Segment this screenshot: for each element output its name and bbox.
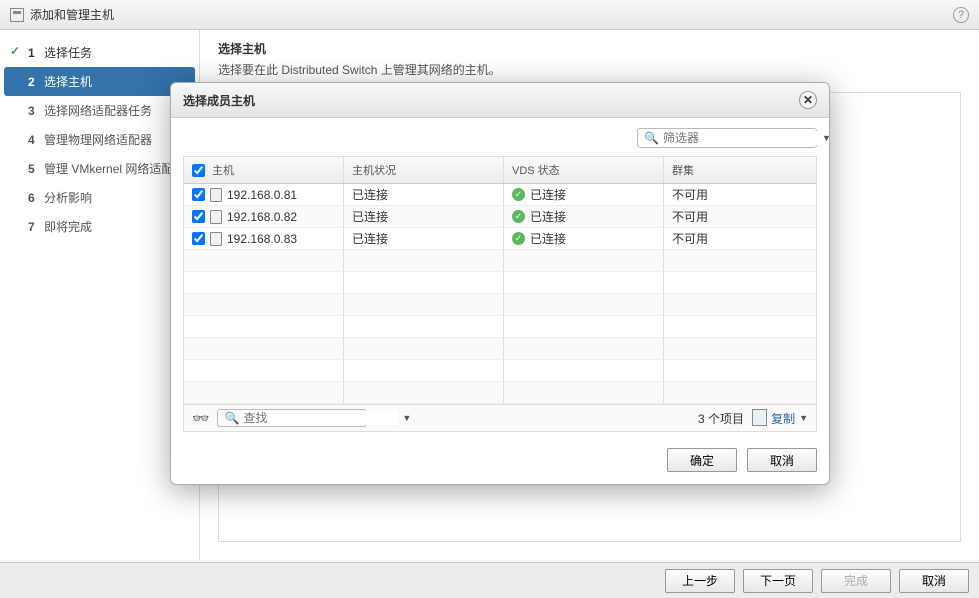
copy-label: 复制 <box>771 410 795 427</box>
chevron-down-icon[interactable]: ▼ <box>822 133 831 143</box>
binoculars-icon[interactable]: 👓 <box>192 410 209 427</box>
filter-row: 🔍 ▼ <box>183 128 817 148</box>
row-checkbox[interactable] <box>192 188 205 201</box>
table-row-empty <box>184 250 816 272</box>
host-icon <box>210 232 222 246</box>
table-row-empty <box>184 294 816 316</box>
table-footer: 👓 🔍 ▼ 3 个项目 复制 ▼ <box>183 405 817 432</box>
ok-button[interactable]: 确定 <box>667 448 737 472</box>
host-icon <box>210 210 222 224</box>
col-vds-header[interactable]: VDS 状态 <box>504 157 664 183</box>
table-row-empty <box>184 382 816 404</box>
table-body: 192.168.0.81 已连接 ✓ 已连接 不可用 192.168.0.82 已… <box>184 184 816 404</box>
host-ip: 192.168.0.82 <box>227 210 297 224</box>
hosts-table: 主机 主机状况 VDS 状态 群集 <box>183 156 817 405</box>
table-row[interactable]: 192.168.0.81 已连接 ✓ 已连接 不可用 <box>184 184 816 206</box>
vds-status: 已连接 <box>530 186 566 203</box>
close-icon[interactable]: ✕ <box>799 91 817 109</box>
dialog-footer: 确定 取消 <box>171 438 829 484</box>
row-checkbox[interactable] <box>192 232 205 245</box>
host-status: 已连接 <box>352 186 388 203</box>
col-host-header[interactable]: 主机 <box>184 157 344 183</box>
vds-status: 已连接 <box>530 208 566 225</box>
host-icon <box>210 188 222 202</box>
copy-button[interactable]: 复制 ▼ <box>754 410 808 427</box>
chevron-down-icon: ▼ <box>799 413 808 423</box>
select-member-hosts-dialog: 选择成员主机 ✕ 🔍 ▼ 主机 主机状况 <box>170 82 830 485</box>
table-row[interactable]: 192.168.0.82 已连接 ✓ 已连接 不可用 <box>184 206 816 228</box>
cluster-value: 不可用 <box>672 230 708 247</box>
table-row-empty <box>184 360 816 382</box>
modal-backdrop: 选择成员主机 ✕ 🔍 ▼ 主机 主机状况 <box>0 0 979 598</box>
host-status: 已连接 <box>352 230 388 247</box>
chevron-down-icon[interactable]: ▼ <box>402 413 411 423</box>
search-icon: 🔍 <box>224 411 239 425</box>
row-checkbox[interactable] <box>192 210 205 223</box>
filter-field[interactable]: 🔍 ▼ <box>637 128 817 148</box>
copy-icon <box>754 411 767 426</box>
vds-status: 已连接 <box>530 230 566 247</box>
host-status: 已连接 <box>352 208 388 225</box>
col-status-label: 主机状况 <box>352 162 396 178</box>
find-field[interactable]: 🔍 ▼ <box>217 409 367 427</box>
select-all-checkbox[interactable] <box>192 164 205 177</box>
check-circle-icon: ✓ <box>512 210 525 223</box>
cancel-button[interactable]: 取消 <box>747 448 817 472</box>
host-ip: 192.168.0.81 <box>227 188 297 202</box>
col-status-header[interactable]: 主机状况 <box>344 157 504 183</box>
table-header: 主机 主机状况 VDS 状态 群集 <box>184 157 816 184</box>
check-circle-icon: ✓ <box>512 232 525 245</box>
cluster-value: 不可用 <box>672 208 708 225</box>
col-vds-label: VDS 状态 <box>512 162 560 178</box>
dialog-body: 🔍 ▼ 主机 主机状况 VDS 状态 <box>171 118 829 438</box>
filter-input[interactable] <box>663 131 818 145</box>
col-cluster-header[interactable]: 群集 <box>664 157 816 183</box>
host-ip: 192.168.0.83 <box>227 232 297 246</box>
table-row-empty <box>184 338 816 360</box>
search-icon: 🔍 <box>644 131 659 145</box>
dialog-title: 选择成员主机 <box>183 92 255 109</box>
table-row[interactable]: 192.168.0.83 已连接 ✓ 已连接 不可用 <box>184 228 816 250</box>
table-row-empty <box>184 272 816 294</box>
cluster-value: 不可用 <box>672 186 708 203</box>
item-count: 3 个项目 <box>698 410 744 427</box>
check-circle-icon: ✓ <box>512 188 525 201</box>
find-input[interactable] <box>243 411 398 425</box>
col-host-label: 主机 <box>212 162 234 178</box>
col-cluster-label: 群集 <box>672 162 694 178</box>
dialog-titlebar: 选择成员主机 ✕ <box>171 83 829 118</box>
table-row-empty <box>184 316 816 338</box>
